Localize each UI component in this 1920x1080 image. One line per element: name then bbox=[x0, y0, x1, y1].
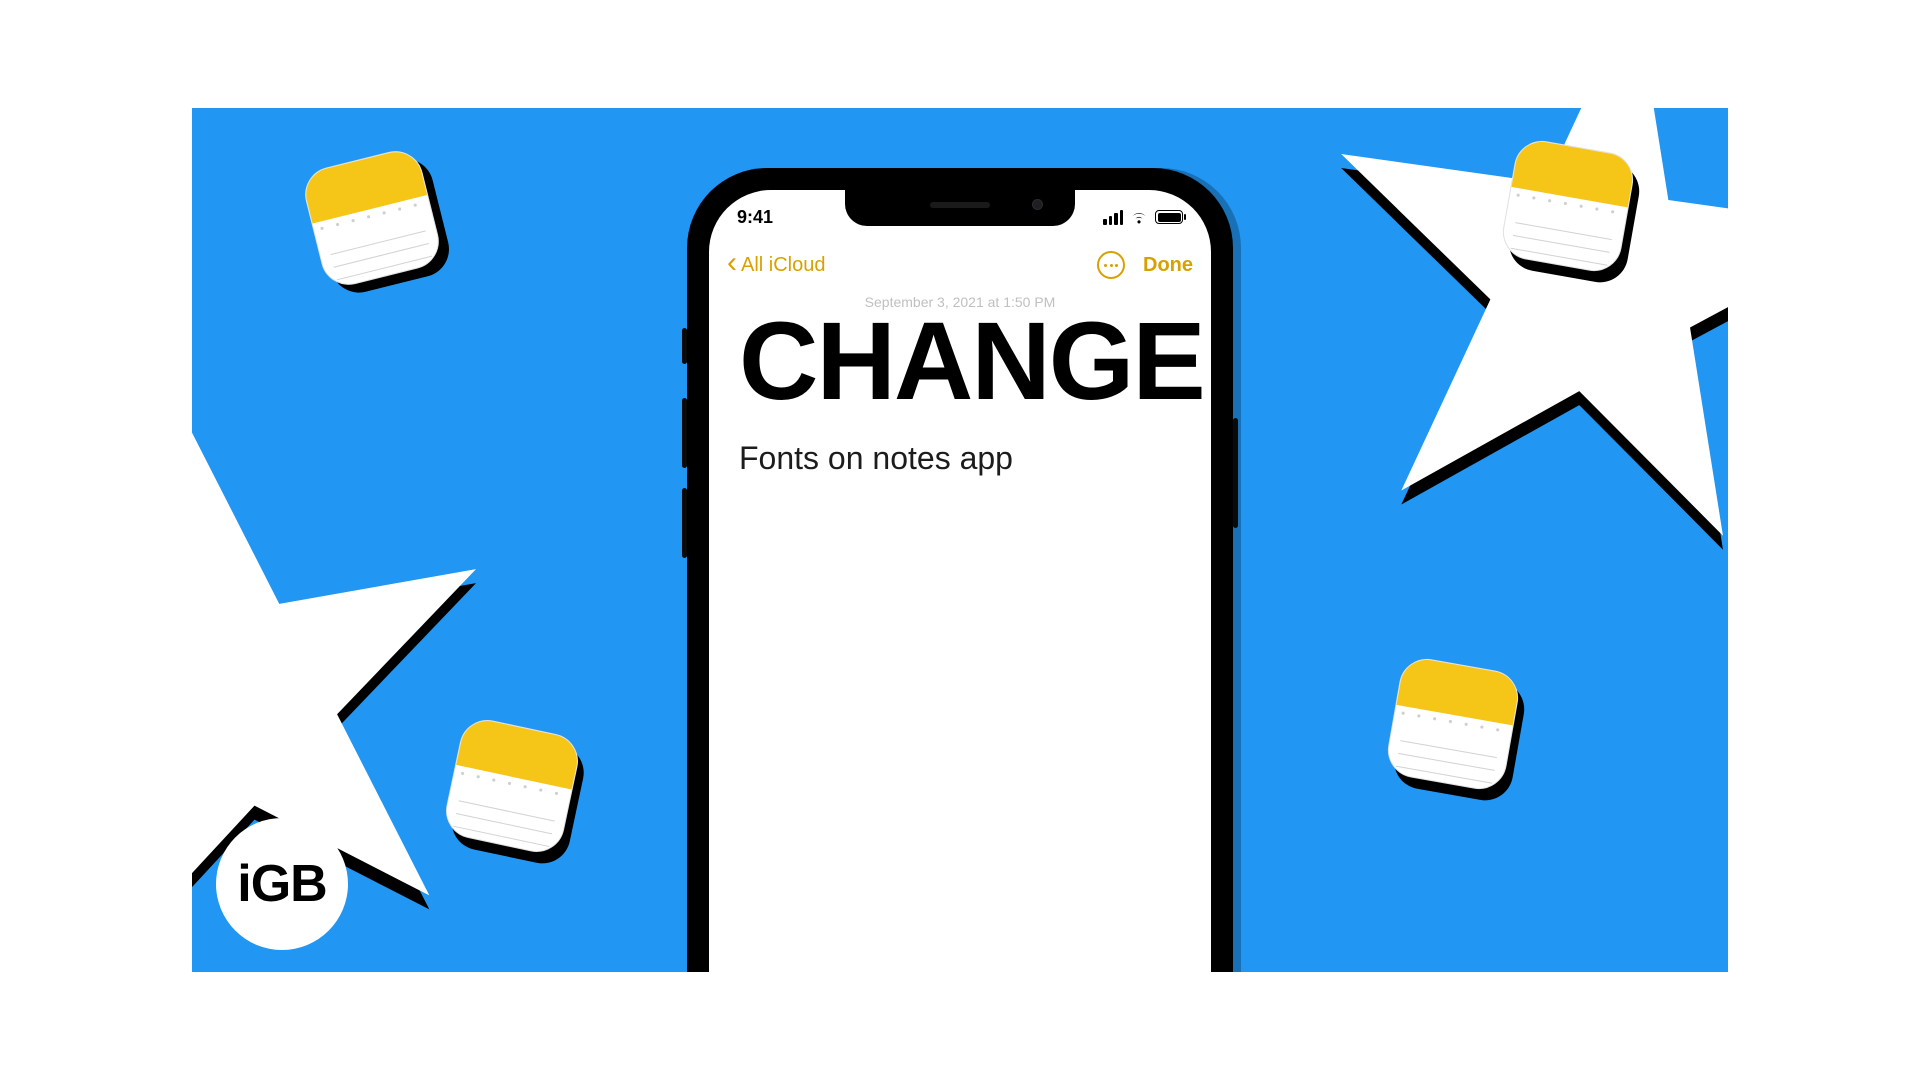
star-decoration bbox=[1282, 108, 1728, 574]
hero-canvas: iGB 9:41 bbox=[192, 108, 1728, 972]
notes-app-icon bbox=[299, 145, 444, 290]
battery-icon bbox=[1155, 210, 1183, 224]
volume-up-button bbox=[682, 398, 687, 468]
done-button[interactable]: Done bbox=[1143, 254, 1193, 277]
cellular-signal-icon bbox=[1103, 210, 1123, 225]
power-button bbox=[1233, 418, 1238, 528]
iphone-frame: 9:41 ‹ All iCloud Done bbox=[687, 168, 1233, 972]
note-subtitle[interactable]: Fonts on notes app bbox=[739, 440, 1181, 477]
more-options-button[interactable] bbox=[1097, 251, 1125, 279]
phone-screen: 9:41 ‹ All iCloud Done bbox=[709, 190, 1211, 972]
notes-app-icon bbox=[1383, 654, 1522, 793]
speaker-grille bbox=[930, 202, 990, 208]
navigation-bar: ‹ All iCloud Done bbox=[709, 240, 1211, 290]
chevron-left-icon: ‹ bbox=[727, 248, 737, 278]
status-time: 9:41 bbox=[737, 207, 773, 228]
back-label: All iCloud bbox=[741, 254, 825, 277]
mute-switch bbox=[682, 328, 687, 364]
back-button[interactable]: ‹ All iCloud bbox=[727, 252, 825, 278]
front-camera bbox=[1032, 199, 1043, 210]
note-title[interactable]: CHANGE bbox=[739, 310, 1181, 415]
notes-app-icon bbox=[441, 715, 583, 857]
watermark-badge: iGB bbox=[216, 818, 348, 950]
notch bbox=[845, 190, 1075, 226]
wifi-icon bbox=[1129, 210, 1149, 224]
watermark-text: iGB bbox=[237, 854, 326, 914]
notes-app-icon bbox=[1498, 136, 1637, 275]
volume-down-button bbox=[682, 488, 687, 558]
